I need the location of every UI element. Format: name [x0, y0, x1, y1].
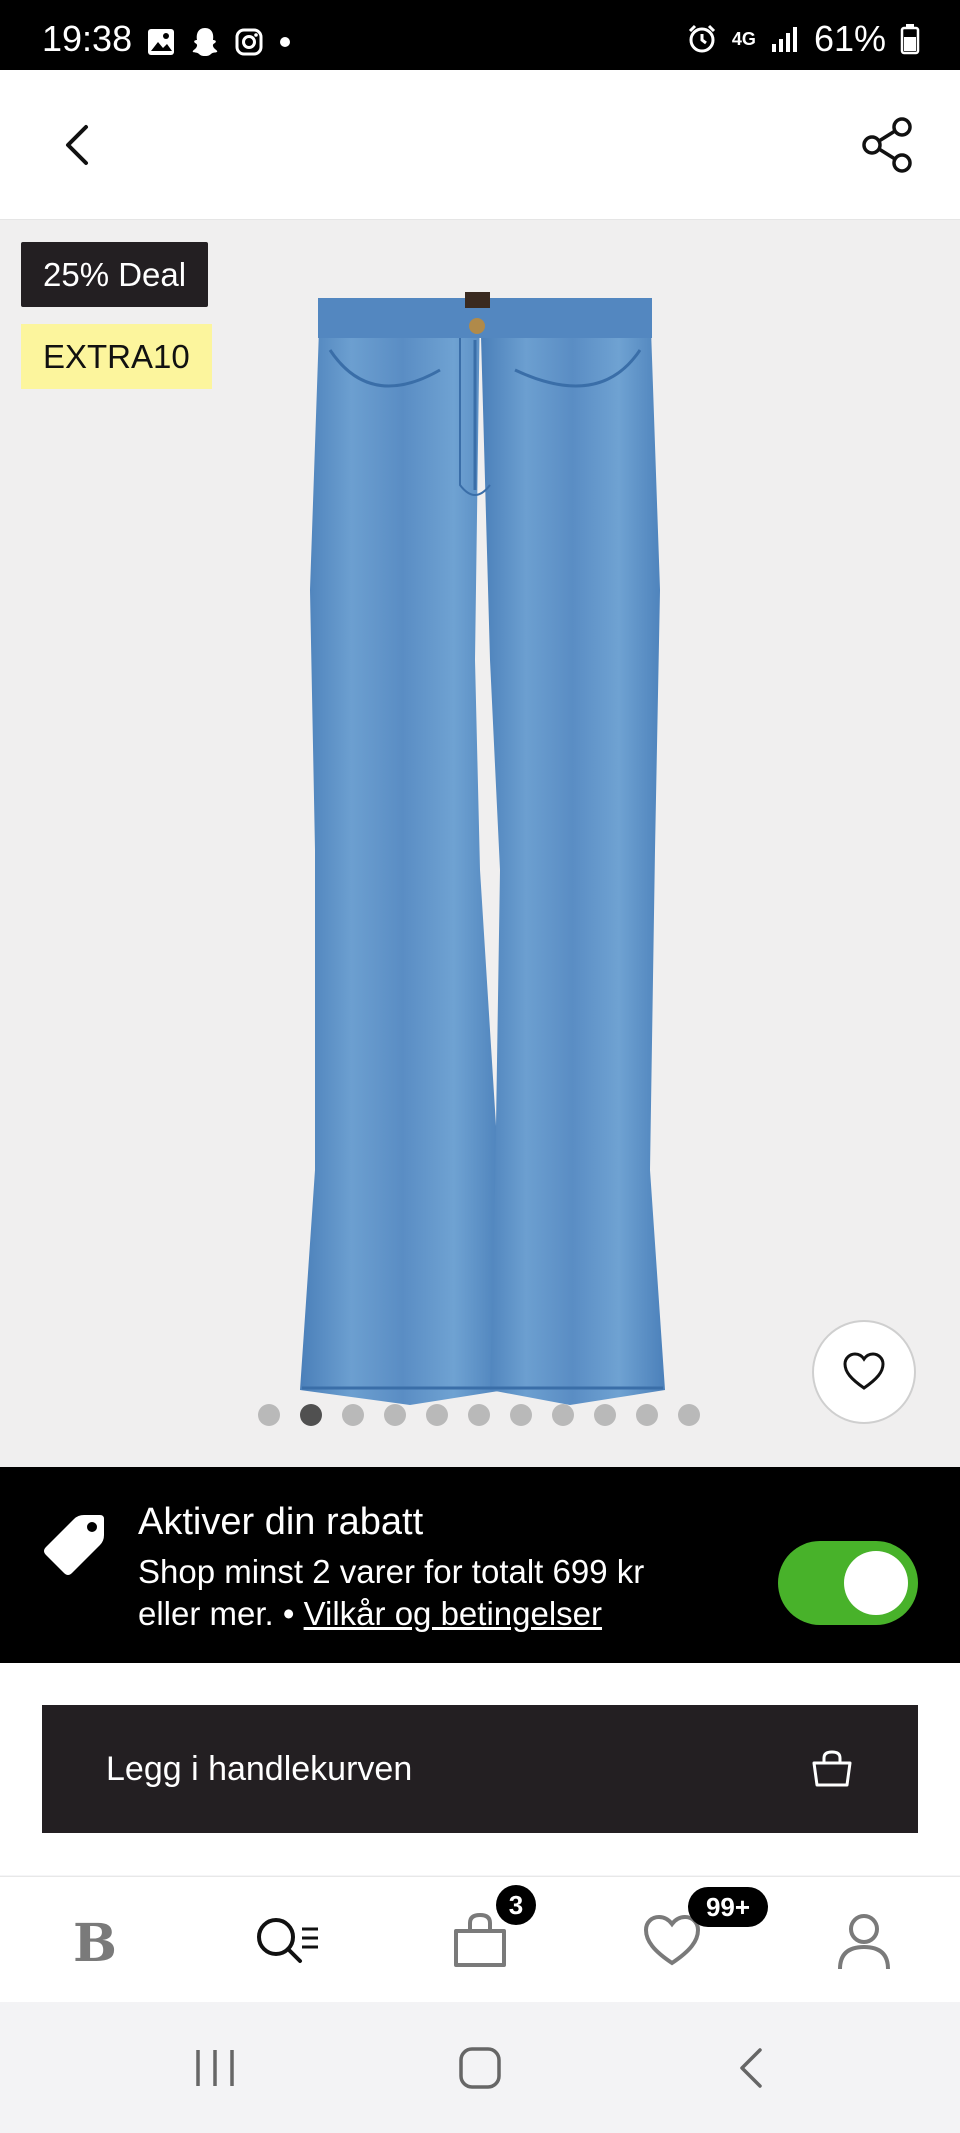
top-app-bar: [0, 70, 960, 220]
nav-search[interactable]: [252, 1905, 324, 1977]
status-time: 19:38: [42, 18, 133, 59]
svg-text:B: B: [73, 1913, 117, 1971]
status-right: 4G 61%: [686, 18, 920, 60]
system-navigation-bar: [0, 2002, 960, 2133]
terms-link[interactable]: Vilkår og betingelser: [304, 1595, 602, 1632]
pagination-dot[interactable]: [426, 1404, 448, 1426]
chevron-left-icon: [66, 125, 88, 165]
alarm-icon: [688, 24, 715, 53]
share-button[interactable]: [858, 115, 918, 175]
pagination-dot[interactable]: [258, 1404, 280, 1426]
gallery-pagination[interactable]: [0, 1404, 960, 1426]
toggle-knob: [844, 1551, 908, 1615]
discount-promo-banner: Aktiver din rabatt Shop minst 2 varer fo…: [0, 1467, 960, 1663]
deal-badge: 25% Deal: [21, 242, 209, 307]
battery-icon: [900, 24, 920, 55]
pagination-dot[interactable]: [510, 1404, 532, 1426]
product-gallery[interactable]: 25% Deal EXTRA10: [0, 220, 960, 1467]
price-tag-icon: [44, 1515, 104, 1575]
gallery-icon: [148, 29, 174, 55]
brand-b-icon: B: [73, 1913, 117, 1971]
network-type: 4G: [731, 28, 756, 49]
pagination-dot[interactable]: [468, 1404, 490, 1426]
pagination-dot[interactable]: [594, 1404, 616, 1426]
search-list-icon: [257, 1918, 318, 1963]
activate-discount-toggle[interactable]: [778, 1541, 918, 1625]
notification-icons: [146, 26, 292, 58]
person-icon: [838, 1914, 890, 1970]
pagination-dot[interactable]: [384, 1404, 406, 1426]
cart-count-badge: 3: [496, 1885, 536, 1925]
nav-home[interactable]: B: [59, 1905, 131, 1977]
add-to-cart-label: Legg i handlekurven: [106, 1749, 413, 1788]
pagination-dot[interactable]: [678, 1404, 700, 1426]
promo-description: Shop minst 2 varer for totalt 699 kr: [138, 1553, 645, 1590]
home-icon[interactable]: [458, 2046, 502, 2090]
dot-icon: [280, 37, 290, 47]
promo-title: Aktiver din rabatt: [138, 1501, 424, 1543]
instagram-icon: [235, 28, 263, 56]
pagination-dot[interactable]: [552, 1404, 574, 1426]
add-to-cart-section: Legg i handlekurven: [0, 1663, 960, 1875]
recent-apps-icon[interactable]: [190, 2046, 240, 2090]
pagination-dot[interactable]: [342, 1404, 364, 1426]
bottom-navigation: B 3 99+: [0, 1876, 960, 2002]
promo-description-prefix: eller mer. •: [138, 1595, 304, 1632]
system-back-icon[interactable]: [730, 2046, 774, 2090]
snapchat-icon: [192, 28, 218, 56]
favorites-count-badge: 99+: [688, 1887, 768, 1927]
nav-account[interactable]: [828, 1905, 900, 1977]
discount-code-badge: EXTRA10: [21, 324, 212, 389]
pagination-dot[interactable]: [300, 1404, 322, 1426]
heart-icon: [843, 1352, 885, 1390]
promo-description-2: eller mer. • Vilkår og betingelser: [138, 1595, 602, 1633]
back-button[interactable]: [48, 115, 108, 175]
product-image-jeans: [300, 292, 665, 1405]
share-icon: [862, 117, 912, 173]
shopping-bag-icon: [812, 1750, 852, 1787]
battery-percent: 61%: [813, 18, 886, 59]
pagination-dot[interactable]: [636, 1404, 658, 1426]
signal-icon: [771, 27, 797, 52]
add-to-cart-button[interactable]: Legg i handlekurven: [42, 1705, 918, 1833]
status-bar: 19:38 4G 61%: [0, 0, 960, 70]
